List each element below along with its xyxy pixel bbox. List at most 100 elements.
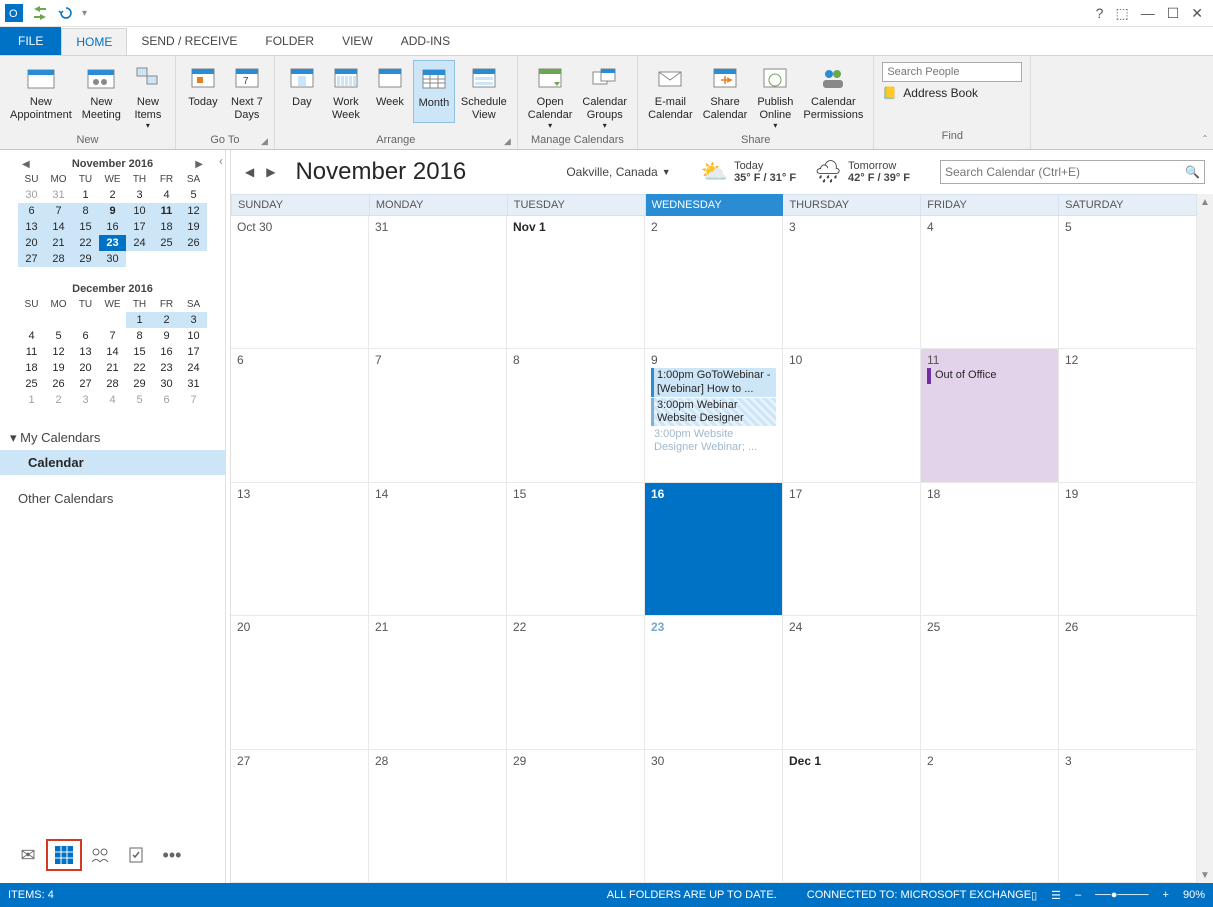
qat-customize-icon[interactable]: ▾ <box>82 8 87 19</box>
mini-date[interactable]: 22 <box>72 235 99 251</box>
mini-date[interactable]: 4 <box>99 392 126 408</box>
mini-date[interactable]: 2 <box>45 392 72 408</box>
zoom-slider[interactable]: ──●──── <box>1095 889 1148 901</box>
mini-date[interactable]: 3 <box>126 187 153 203</box>
view-reading-icon[interactable]: ☰ <box>1051 889 1061 902</box>
email-calendar-button[interactable]: E-mail Calendar <box>644 60 697 132</box>
calendar-cell[interactable]: 20 <box>231 616 369 749</box>
mini-date[interactable]: 30 <box>99 251 126 267</box>
calendar-cell[interactable]: 15 <box>507 483 645 616</box>
mini-date[interactable]: 14 <box>99 344 126 360</box>
mini-date[interactable]: 16 <box>153 344 180 360</box>
tab-addins[interactable]: ADD-INS <box>387 27 464 55</box>
calendar-cell[interactable]: 10 <box>783 349 921 482</box>
mini-date[interactable]: 3 <box>72 392 99 408</box>
next-month-icon[interactable]: ▶ <box>191 159 207 170</box>
calendar-event[interactable]: 1:00pm GoToWebinar - [Webinar] How to ..… <box>651 368 776 396</box>
mini-date[interactable]: 18 <box>18 360 45 376</box>
mini-date[interactable]: 14 <box>45 219 72 235</box>
mini-date[interactable] <box>72 312 99 328</box>
tab-view[interactable]: VIEW <box>328 27 387 55</box>
calendar-grid[interactable]: SUNDAYMONDAYTUESDAYWEDNESDAYTHURSDAYFRID… <box>231 194 1197 883</box>
mini-date[interactable]: 8 <box>72 203 99 219</box>
mini-date[interactable]: 23 <box>153 360 180 376</box>
calendar-cell[interactable]: 12 <box>1059 349 1197 482</box>
calendar-cell[interactable]: 2 <box>921 750 1059 883</box>
mini-date[interactable]: 20 <box>72 360 99 376</box>
mini-date[interactable]: 15 <box>126 344 153 360</box>
search-people-input[interactable] <box>882 62 1022 82</box>
tab-send-receive[interactable]: SEND / RECEIVE <box>127 27 251 55</box>
calendar-cell[interactable]: 19 <box>1059 483 1197 616</box>
undo-icon[interactable] <box>56 3 76 23</box>
mini-date[interactable]: 4 <box>153 187 180 203</box>
launcher-icon[interactable]: ◢ <box>261 136 268 147</box>
calendar-cell[interactable]: 3 <box>1059 750 1197 883</box>
mini-date[interactable]: 11 <box>18 344 45 360</box>
calendar-cell[interactable]: 17 <box>783 483 921 616</box>
tab-file[interactable]: FILE <box>0 27 61 55</box>
zoom-in-icon[interactable]: + <box>1163 889 1169 901</box>
view-normal-icon[interactable]: ▯ <box>1031 889 1037 902</box>
calendar-cell[interactable]: 27 <box>231 750 369 883</box>
mini-date[interactable]: 19 <box>45 360 72 376</box>
mini-date[interactable]: 2 <box>153 312 180 328</box>
calendar-cell[interactable]: 8 <box>507 349 645 482</box>
search-calendar[interactable]: 🔍 <box>940 160 1205 184</box>
mini-date[interactable]: 6 <box>18 203 45 219</box>
mini-date[interactable]: 29 <box>126 376 153 392</box>
calendar-cell[interactable]: 14 <box>369 483 507 616</box>
mini-date[interactable]: 18 <box>153 219 180 235</box>
mini-date[interactable]: 25 <box>153 235 180 251</box>
mini-date[interactable]: 16 <box>99 219 126 235</box>
work-week-button[interactable]: Work Week <box>325 60 367 123</box>
mini-date[interactable]: 4 <box>18 328 45 344</box>
mini-date[interactable]: 28 <box>99 376 126 392</box>
search-icon[interactable]: 🔍 <box>1185 165 1200 179</box>
mini-calendar-1[interactable]: ◀November 2016▶ SUMOTUWETHFRSA3031123456… <box>18 156 207 267</box>
zoom-value[interactable]: 90% <box>1183 889 1205 901</box>
calendar-cell[interactable]: 25 <box>921 616 1059 749</box>
calendar-cell[interactable]: 26 <box>1059 616 1197 749</box>
mini-date[interactable]: 1 <box>126 312 153 328</box>
schedule-view-button[interactable]: Schedule View <box>457 60 511 123</box>
mini-calendar-2[interactable]: December 2016 SUMOTUWETHFRSA123456789101… <box>18 281 207 408</box>
month-button[interactable]: Month <box>413 60 455 123</box>
calendar-cell[interactable]: 2 <box>645 216 783 349</box>
calendar-cell[interactable]: 23 <box>645 616 783 749</box>
mini-date[interactable]: 9 <box>153 328 180 344</box>
next-period-icon[interactable]: ▶ <box>260 165 281 179</box>
search-calendar-input[interactable] <box>945 165 1185 179</box>
tasks-nav-icon[interactable] <box>118 839 154 871</box>
mini-date[interactable]: 1 <box>18 392 45 408</box>
mini-date[interactable]: 31 <box>45 187 72 203</box>
calendar-cell[interactable]: 5 <box>1059 216 1197 349</box>
mini-date[interactable]: 19 <box>180 219 207 235</box>
vertical-scrollbar[interactable]: ▲ ▼ <box>1197 194 1213 883</box>
mail-nav-icon[interactable]: ✉ <box>10 839 46 871</box>
mini-date[interactable]: 7 <box>99 328 126 344</box>
calendar-cell[interactable]: 31 <box>369 216 507 349</box>
mini-date[interactable]: 11 <box>153 203 180 219</box>
ribbon-display-icon[interactable]: ⬚ <box>1115 5 1128 22</box>
calendar-cell[interactable]: 28 <box>369 750 507 883</box>
mini-date[interactable]: 5 <box>180 187 207 203</box>
mini-date[interactable]: 15 <box>72 219 99 235</box>
calendar-groups-button[interactable]: Calendar Groups▾ <box>578 60 631 132</box>
calendar-cell[interactable]: Dec 1 <box>783 750 921 883</box>
calendar-cell[interactable]: 18 <box>921 483 1059 616</box>
share-calendar-button[interactable]: Share Calendar <box>699 60 752 132</box>
calendar-cell[interactable]: Nov 1 <box>507 216 645 349</box>
publish-online-button[interactable]: Publish Online▾ <box>753 60 797 132</box>
tab-home[interactable]: HOME <box>61 28 127 56</box>
calendar-event[interactable]: 3:00pm Webinar Website Designer <box>651 398 776 426</box>
mini-date[interactable]: 10 <box>126 203 153 219</box>
launcher-icon[interactable]: ◢ <box>504 136 511 147</box>
mini-date[interactable]: 5 <box>45 328 72 344</box>
mini-date[interactable]: 30 <box>18 187 45 203</box>
calendar-cell[interactable]: Oct 30 <box>231 216 369 349</box>
mini-date[interactable]: 20 <box>18 235 45 251</box>
send-receive-icon[interactable] <box>30 3 50 23</box>
calendar-cell[interactable]: 22 <box>507 616 645 749</box>
today-button[interactable]: Today <box>182 60 224 123</box>
